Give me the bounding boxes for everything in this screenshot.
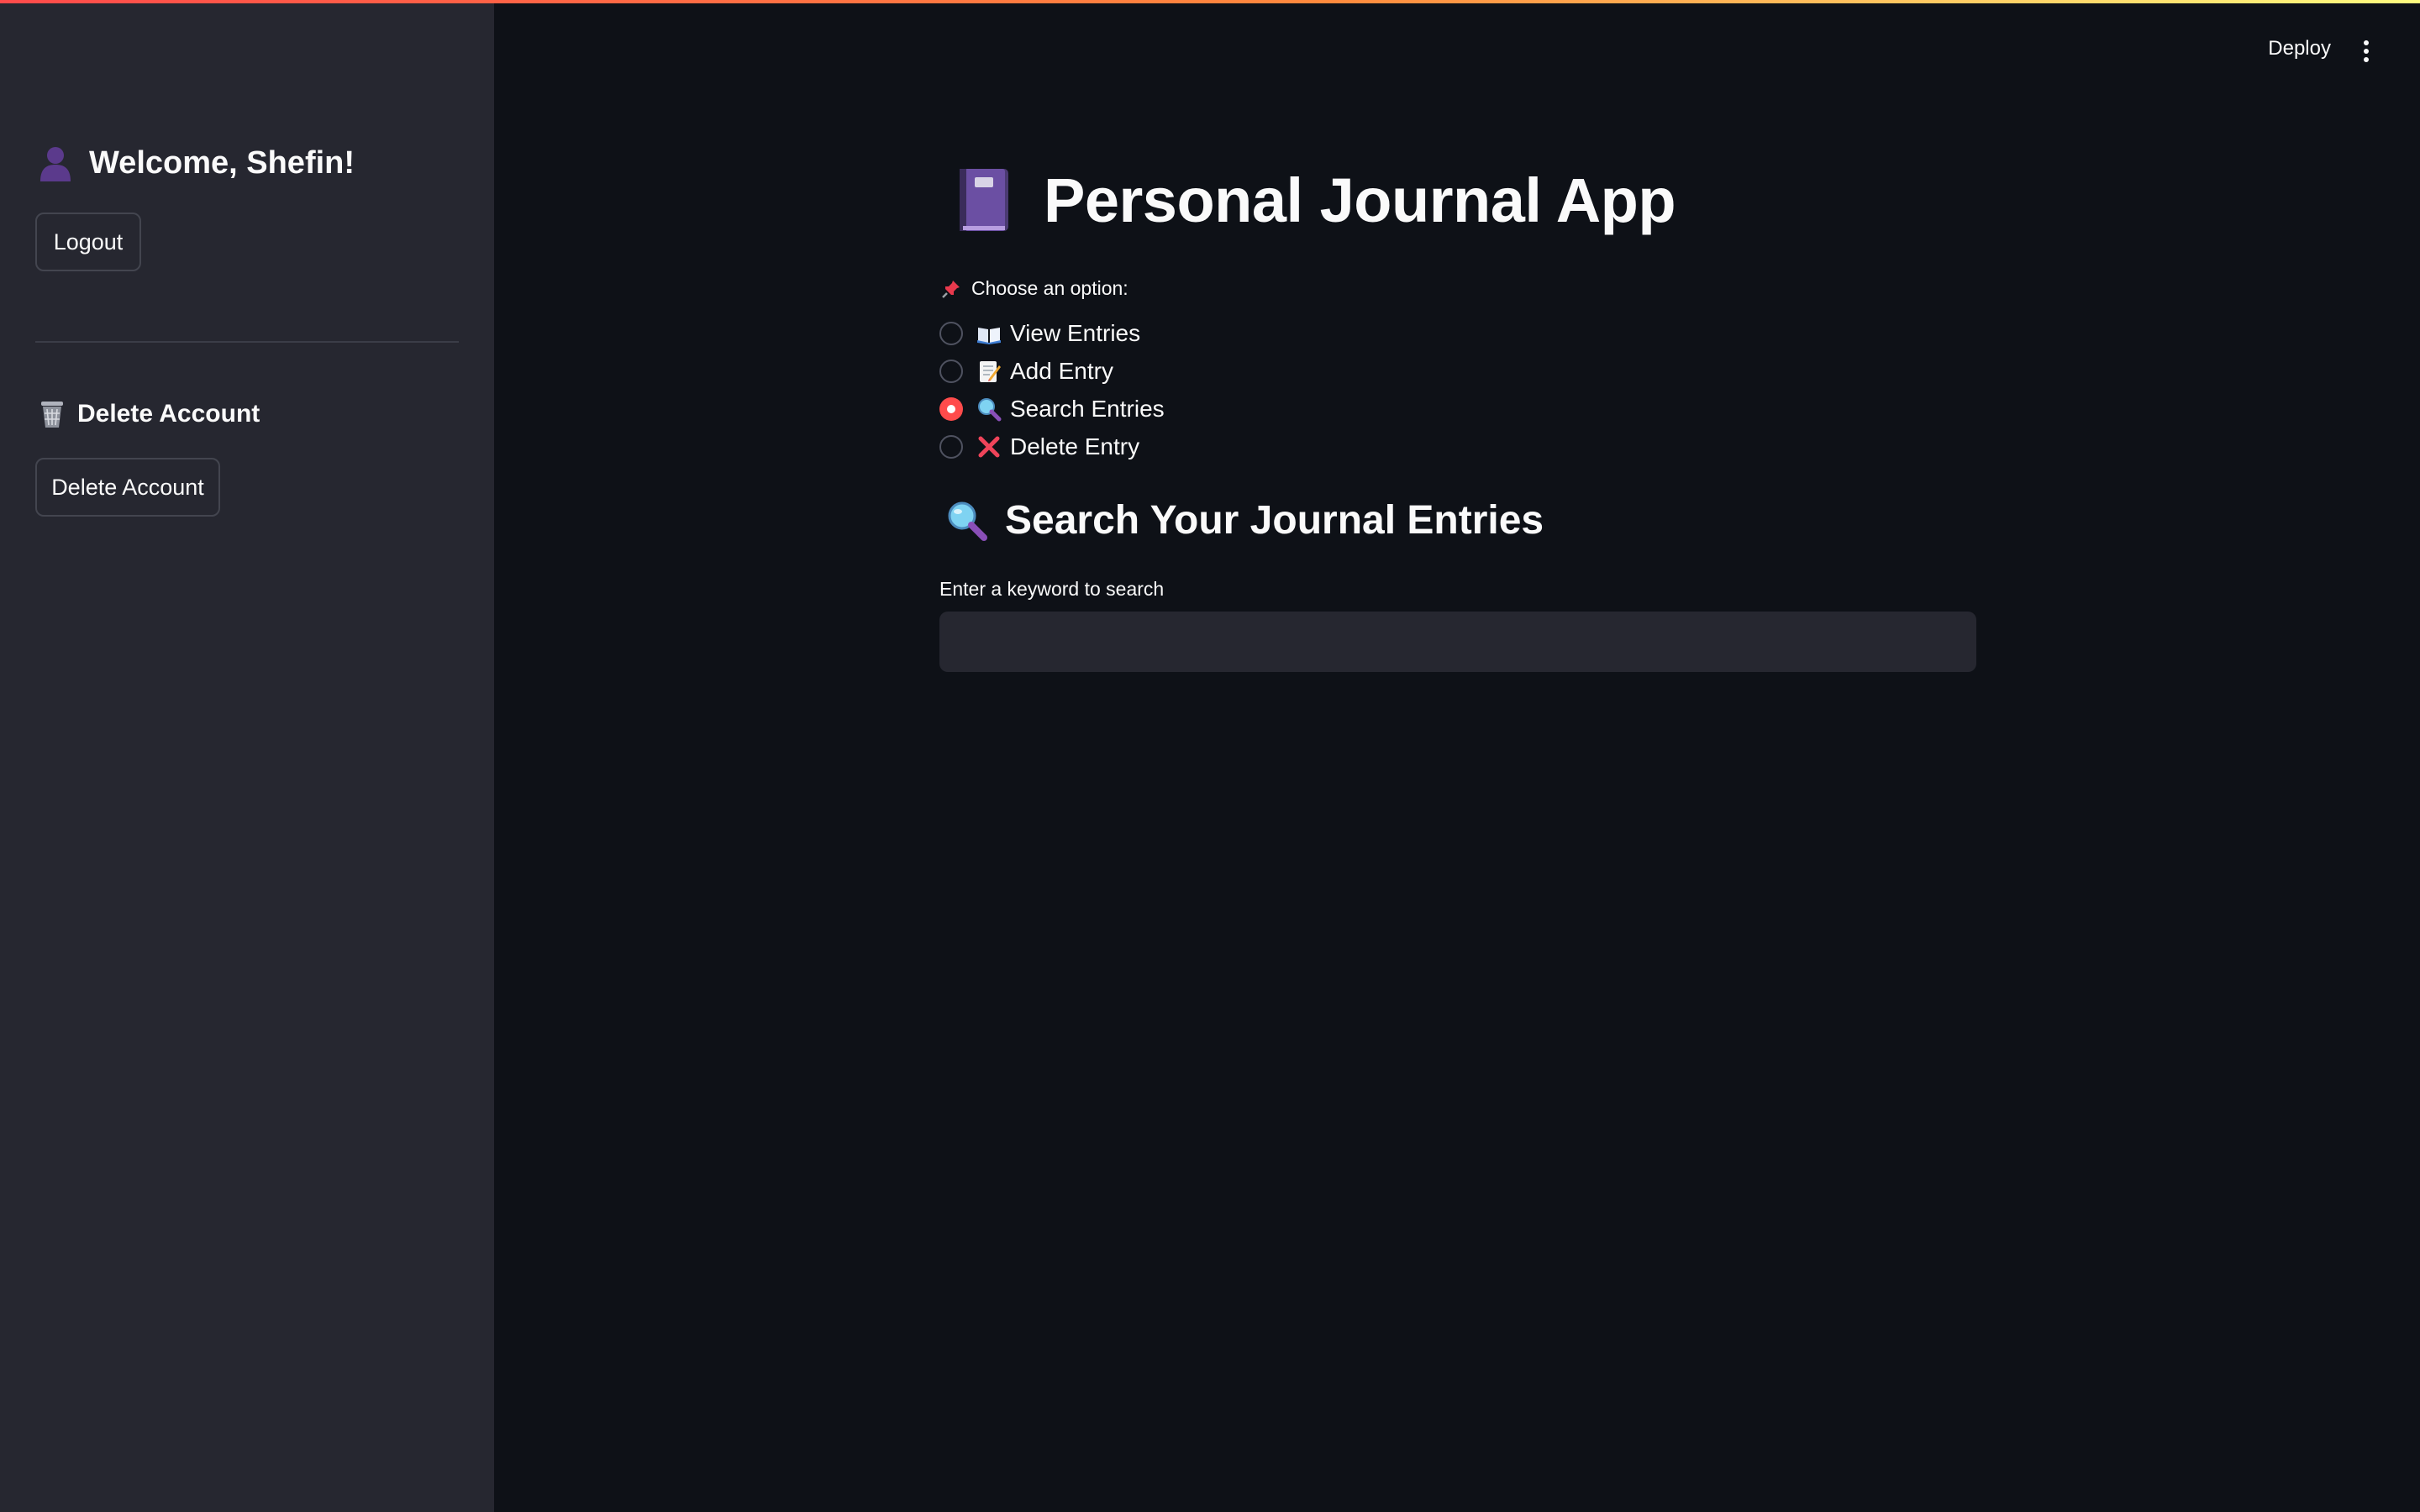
kebab-menu-icon[interactable]	[2356, 39, 2376, 64]
radio-option-search-entries[interactable]: Search Entries	[939, 390, 1165, 428]
section-subheading: Search Your Journal Entries	[944, 497, 1544, 543]
sidebar: Welcome, Shefin! Logout Delete Account D…	[0, 0, 494, 1512]
radio-label: Add Entry	[1010, 357, 1113, 384]
radio-button[interactable]	[939, 359, 963, 383]
page-title-text: Personal Journal App	[1044, 165, 1676, 235]
welcome-heading: Welcome, Shefin!	[37, 144, 355, 181]
logout-button[interactable]: Logout	[35, 213, 141, 271]
magnifier-icon	[976, 396, 1002, 422]
radio-option-view-entries[interactable]: View Entries	[939, 314, 1165, 352]
option-radio-group: View Entries Add Entry Search Entries De…	[939, 314, 1165, 465]
delete-account-button[interactable]: Delete Account	[35, 458, 220, 517]
notebook-icon	[956, 167, 1012, 234]
choose-option-label: Choose an option:	[941, 277, 1128, 300]
radio-button[interactable]	[939, 321, 963, 345]
sidebar-divider	[35, 341, 459, 343]
welcome-text: Welcome, Shefin!	[89, 144, 355, 181]
radio-option-delete-entry[interactable]: Delete Entry	[939, 428, 1165, 465]
open-book-icon	[976, 321, 1002, 346]
search-input-label: Enter a keyword to search	[939, 578, 1165, 600]
magnifier-icon	[944, 499, 988, 543]
radio-label: Delete Entry	[1010, 433, 1140, 459]
radio-label: Search Entries	[1010, 395, 1165, 422]
pushpin-icon	[941, 279, 961, 299]
choose-option-text: Choose an option:	[971, 277, 1128, 299]
radio-label: View Entries	[1010, 319, 1141, 346]
radio-button-selected[interactable]	[939, 396, 963, 421]
radio-option-add-entry[interactable]: Add Entry	[939, 352, 1165, 390]
memo-icon	[976, 359, 1002, 384]
delete-account-heading-text: Delete Account	[77, 400, 260, 428]
top-decoration-bar	[0, 0, 2420, 3]
wastebasket-icon	[39, 400, 66, 428]
cross-mark-icon	[976, 434, 1002, 459]
main-content: Personal Journal App Choose an option: V…	[939, 0, 1976, 1512]
deploy-button[interactable]: Deploy	[2268, 37, 2331, 60]
page-title: Personal Journal App	[956, 165, 1676, 236]
radio-button[interactable]	[939, 434, 963, 459]
delete-account-heading: Delete Account	[39, 400, 260, 428]
user-silhouette-icon	[37, 144, 74, 181]
search-input[interactable]	[939, 612, 1976, 672]
section-subheading-text: Search Your Journal Entries	[1005, 498, 1544, 543]
